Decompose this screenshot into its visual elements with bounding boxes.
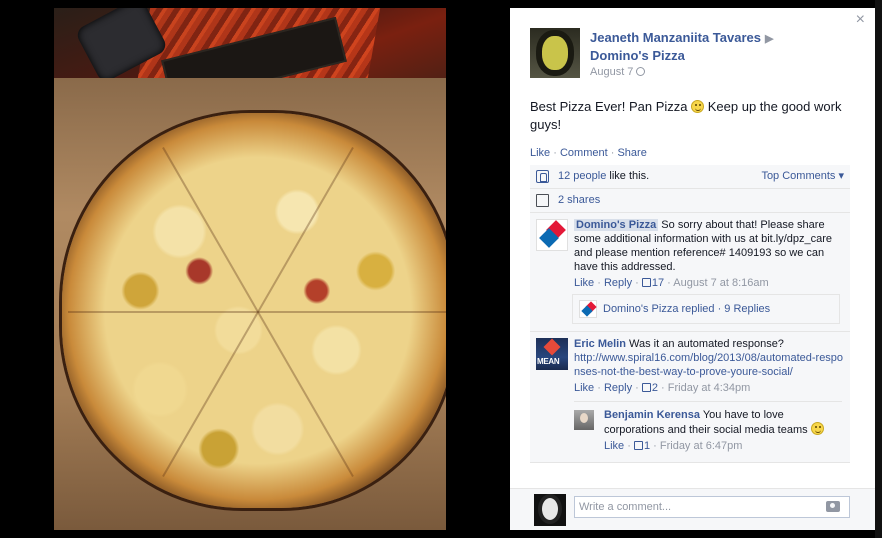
arrow-right-icon: ▶	[765, 33, 774, 45]
comment-url-link[interactable]: http://www.spiral16.com/blog/2013/08/aut…	[574, 351, 844, 379]
slice-line	[68, 310, 258, 313]
thumbs-up-icon	[641, 278, 651, 287]
comment-reply-link[interactable]: Reply	[604, 277, 632, 289]
top-comments-dropdown[interactable]: Top Comments ▾	[761, 165, 844, 187]
commenter-name[interactable]: Eric Melin	[574, 338, 626, 350]
close-icon[interactable]: ×	[856, 12, 865, 28]
background-edge	[875, 0, 882, 538]
comment-link[interactable]: Comment	[560, 147, 608, 159]
thumbs-up-icon	[641, 383, 651, 392]
avatar-text: MEAN	[537, 357, 560, 366]
post-panel: × Jeaneth Manzaniita Tavares ▶ Domino's P…	[510, 8, 875, 530]
comment-reply-link[interactable]: Reply	[604, 382, 632, 394]
shares-link[interactable]: 2 shares	[558, 194, 600, 206]
comment-like-link[interactable]: Like	[574, 382, 594, 394]
post-date[interactable]: August 7	[590, 66, 633, 78]
reply-body: Benjamin Kerensa You have to love corpor…	[604, 408, 842, 437]
thumbs-up-icon	[536, 170, 549, 183]
comment-time[interactable]: August 7 at 8:16am	[673, 277, 768, 289]
comment-body: Domino's Pizza So sorry about that! Plea…	[574, 218, 844, 274]
author-name-link[interactable]: Jeaneth Manzaniita Tavares	[590, 30, 761, 45]
photo-viewer	[0, 0, 510, 538]
pizza	[62, 113, 446, 508]
comment-like-count[interactable]: 2	[652, 382, 658, 394]
avatar-face	[542, 36, 568, 70]
dominos-logo-icon	[579, 300, 597, 318]
post-date-line: August 7	[590, 66, 646, 78]
smiley-icon	[810, 422, 824, 435]
post-message: Best Pizza Ever! Pan Pizza Keep up the g…	[530, 98, 860, 134]
slice-line	[258, 310, 446, 313]
author-avatar[interactable]	[530, 28, 580, 78]
shares-row: 2 shares	[530, 189, 850, 213]
reply-like-link[interactable]: Like	[604, 440, 624, 452]
slice-line	[162, 146, 259, 312]
reply-meta: Like · 1 · Friday at 6:47pm	[604, 440, 743, 452]
thumbs-up-icon	[633, 441, 643, 450]
likes-text: like this.	[606, 170, 650, 182]
feedback-box: 12 people like this. Top Comments ▾ 2 sh…	[530, 165, 850, 463]
share-icon	[536, 194, 549, 207]
comment-text: Was it an automated response?	[625, 338, 784, 350]
smiley-icon	[691, 100, 705, 113]
reply-avatar[interactable]	[574, 410, 594, 430]
separator: ·	[553, 147, 557, 159]
slice-line	[162, 311, 259, 477]
viewer-avatar	[534, 494, 566, 526]
reply-like-count[interactable]: 1	[644, 440, 650, 452]
comment-input[interactable]	[574, 496, 850, 518]
commenter-name[interactable]: Domino's Pizza	[574, 219, 659, 231]
avatar-graphic	[543, 338, 561, 356]
comment-composer	[510, 488, 875, 530]
post-actions: Like · Comment · Share	[530, 147, 647, 159]
separator: ·	[610, 147, 615, 159]
pizza-photo[interactable]	[54, 8, 446, 530]
author-name-line: Jeaneth Manzaniita Tavares ▶	[590, 30, 773, 45]
replies-summary[interactable]: Domino's Pizza replied · 9 Replies	[572, 294, 840, 324]
comment-like-count[interactable]: 17	[652, 277, 664, 289]
replies-link[interactable]: Domino's Pizza replied · 9 Replies	[603, 303, 770, 315]
commenter-avatar[interactable]: MEAN	[536, 338, 568, 370]
reply-author[interactable]: Benjamin Kerensa	[604, 409, 700, 421]
comment-meta: Like · Reply · 2 · Friday at 4:34pm	[574, 382, 751, 394]
comment-meta: Like · Reply · 17 · August 7 at 8:16am	[574, 277, 769, 289]
reply-time[interactable]: Friday at 6:47pm	[660, 440, 743, 452]
post-target-link[interactable]: Domino's Pizza	[590, 48, 685, 63]
reply-item: Benjamin Kerensa You have to love corpor…	[574, 401, 842, 457]
globe-icon	[636, 67, 646, 76]
camera-icon[interactable]	[826, 501, 840, 512]
comment-item: MEAN Eric Melin Was it an automated resp…	[530, 332, 850, 463]
likes-row: 12 people like this. Top Comments ▾	[530, 165, 850, 189]
post-text-part: Best Pizza Ever! Pan Pizza	[530, 99, 692, 114]
comment-like-link[interactable]: Like	[574, 277, 594, 289]
like-link[interactable]: Like	[530, 147, 550, 159]
likes-count-link[interactable]: 12 people	[558, 170, 606, 182]
post-header: Jeaneth Manzaniita Tavares ▶ Domino's Piz…	[530, 28, 860, 84]
share-link[interactable]: Share	[617, 147, 646, 159]
comment-time[interactable]: Friday at 4:34pm	[668, 382, 751, 394]
dominos-logo-icon[interactable]	[536, 219, 568, 251]
slice-line	[257, 311, 354, 477]
comment-body: Eric Melin Was it an automated response?	[574, 337, 844, 351]
comment-item: Domino's Pizza So sorry about that! Plea…	[530, 213, 850, 332]
slice-line	[257, 146, 354, 312]
